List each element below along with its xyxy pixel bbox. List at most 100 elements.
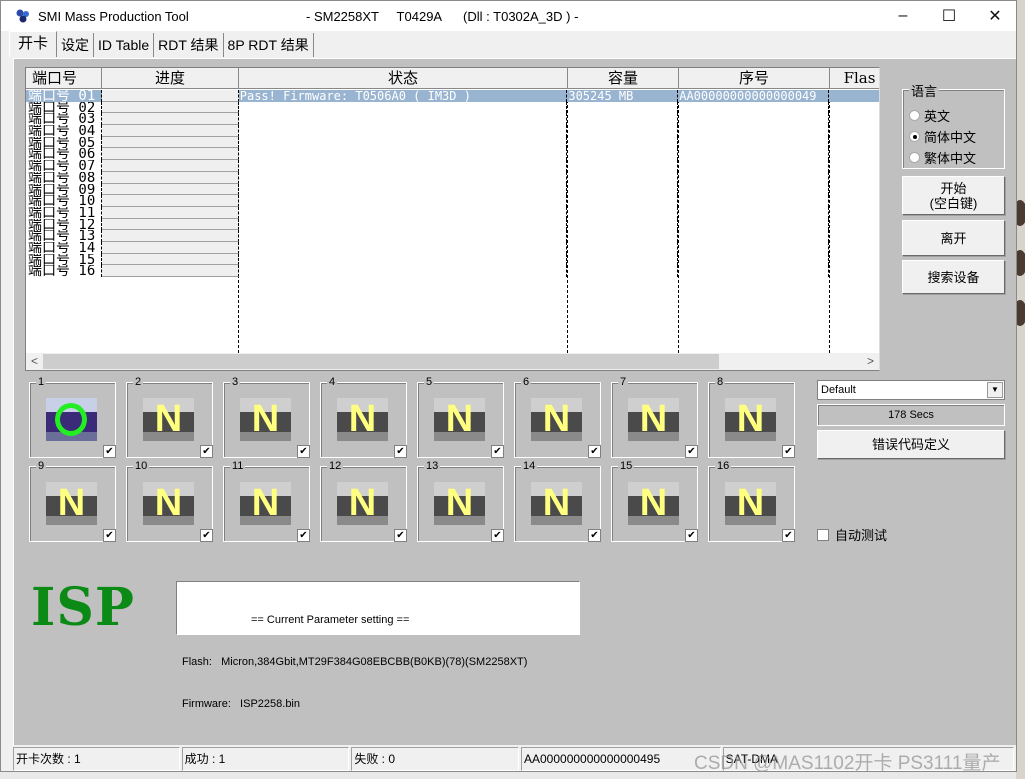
flash-cell [829, 265, 879, 277]
capacity-cell [567, 206, 679, 219]
tab-card-open[interactable]: 开卡 [9, 31, 58, 57]
list-row[interactable]: 端口号 14 [26, 241, 879, 254]
capacity-cell [567, 101, 679, 114]
radio-traditional-chinese[interactable]: 繁体中文 [909, 148, 976, 167]
chevron-down-icon[interactable]: ▼ [987, 382, 1003, 398]
progress-cell [101, 113, 239, 126]
port-slot-10: 10 N ✔ [126, 460, 213, 542]
slot-enable-checkbox[interactable]: ✔ [491, 445, 504, 458]
port-slot-15: 15 N ✔ [611, 460, 698, 542]
slot-enable-checkbox[interactable]: ✔ [588, 529, 601, 542]
list-row[interactable]: 端口号 06 [26, 148, 879, 161]
tab-id-table[interactable]: ID Table [94, 33, 155, 57]
slot-enable-checkbox[interactable]: ✔ [297, 445, 310, 458]
slot-number: 12 [327, 460, 344, 472]
slot-enable-checkbox[interactable]: ✔ [685, 529, 698, 542]
column-header-progress[interactable]: 进度 [102, 68, 239, 89]
start-button[interactable]: 开始 (空白键) [902, 176, 1005, 215]
slot-enable-checkbox[interactable]: ✔ [588, 445, 601, 458]
tab-rdt-result[interactable]: RDT 结果 [154, 33, 224, 57]
scroll-left-icon[interactable]: < [26, 353, 43, 370]
tab-bar: 开卡 设定 ID Table RDT 结果 8P RDT 结果 [9, 31, 314, 57]
column-header-capacity[interactable]: 容量 [568, 68, 679, 89]
list-row[interactable]: 端口号 02 [26, 101, 879, 114]
radio-simplified-chinese[interactable]: 简体中文 [909, 127, 976, 146]
list-row[interactable]: 端口号 01 Pass! Firmware: T0506A0 ( IM3D ) 30… [26, 90, 879, 102]
scroll-right-icon[interactable]: > [862, 353, 879, 370]
slot-number: 13 [424, 460, 441, 472]
exit-button[interactable]: 离开 [902, 220, 1005, 256]
title-bar[interactable]: SMI Mass Production Tool - SM2258XT T042… [1, 1, 1016, 31]
list-row[interactable]: 端口号 11 [26, 206, 879, 219]
status-success-count: 成功 : 1 [181, 747, 350, 771]
no-device-icon: N [143, 482, 194, 525]
list-row[interactable]: 端口号 09 [26, 183, 879, 196]
list-row[interactable]: 端口号 04 [26, 125, 879, 137]
status-cell [239, 241, 568, 254]
error-code-definition-button[interactable]: 错误代码定义 [817, 430, 1005, 459]
status-cell [239, 218, 568, 231]
radio-english[interactable]: 英文 [909, 106, 950, 125]
list-row[interactable]: 端口号 08 [26, 171, 879, 184]
column-header-status[interactable]: 状态 [239, 68, 568, 89]
maximize-button[interactable]: ☐ [926, 1, 972, 31]
slot-enable-checkbox[interactable]: ✔ [782, 529, 795, 542]
list-row[interactable]: 端口号 05 [26, 136, 879, 149]
progress-cell [101, 206, 239, 219]
no-device-icon: N [434, 482, 485, 525]
list-row[interactable]: 端口号 07 [26, 160, 879, 172]
slot-enable-checkbox[interactable]: ✔ [394, 445, 407, 458]
slot-enable-checkbox[interactable]: ✔ [394, 529, 407, 542]
flash-cell [829, 113, 879, 125]
slot-enable-checkbox[interactable]: ✔ [782, 445, 795, 458]
progress-cell [101, 230, 239, 242]
slot-enable-checkbox[interactable]: ✔ [103, 529, 116, 542]
auto-test-checkbox[interactable]: 自动测试 [817, 525, 887, 544]
port-slot-8: 8 N ✔ [708, 376, 795, 458]
list-row[interactable]: 端口号 12 [26, 218, 879, 231]
slot-glyph: N [639, 482, 668, 524]
port-cell: 端口号 15 [26, 253, 102, 266]
tab-8p-rdt-result[interactable]: 8P RDT 结果 [223, 33, 314, 57]
slot-enable-checkbox[interactable]: ✔ [491, 529, 504, 542]
radio-icon[interactable] [909, 152, 920, 163]
list-row[interactable]: 端口号 10 [26, 195, 879, 207]
port-list[interactable]: 端口号 进度 状态 容量 序号 Flas 端口号 01 Pass! Firmwar… [25, 67, 880, 371]
slot-enable-checkbox[interactable]: ✔ [103, 445, 116, 458]
flash-cell [829, 90, 879, 102]
list-row[interactable]: 端口号 13 [26, 230, 879, 242]
status-cell [239, 148, 568, 161]
progress-cell [101, 136, 239, 149]
checkbox-icon[interactable] [817, 528, 829, 541]
slot-number: 6 [521, 376, 532, 388]
close-button[interactable]: ✕ [972, 1, 1018, 31]
slot-enable-checkbox[interactable]: ✔ [685, 445, 698, 458]
minimize-button[interactable]: – [880, 1, 926, 31]
capacity-cell [567, 125, 679, 137]
column-header-serial[interactable]: 序号 [679, 68, 830, 89]
list-row[interactable]: 端口号 16 [26, 265, 879, 277]
slot-number: 5 [424, 376, 435, 388]
column-header-port[interactable]: 端口号 [26, 68, 102, 89]
radio-icon[interactable] [909, 110, 920, 121]
window-subtitle: - SM2258XT T0429A (Dll : T0302A_3D ) - [306, 9, 579, 24]
serial-cell [678, 253, 830, 266]
slot-number: 1 [36, 376, 47, 388]
serial-cell [678, 183, 830, 196]
slot-enable-checkbox[interactable]: ✔ [297, 529, 310, 542]
slot-enable-checkbox[interactable]: ✔ [200, 529, 213, 542]
search-device-button[interactable]: 搜索设备 [902, 260, 1005, 294]
status-interface: SAT-DMA [722, 747, 1014, 771]
profile-dropdown[interactable]: Default ▼ [817, 380, 1005, 400]
progress-cell [101, 218, 239, 231]
scrollbar-thumb[interactable] [43, 354, 719, 369]
tab-settings[interactable]: 设定 [57, 33, 95, 57]
serial-cell [678, 206, 830, 219]
radio-icon[interactable] [909, 131, 920, 142]
list-row[interactable]: 端口号 03 [26, 113, 879, 126]
slot-enable-checkbox[interactable]: ✔ [200, 445, 213, 458]
horizontal-scrollbar[interactable]: < > [26, 353, 879, 370]
column-header-flash[interactable]: Flas [830, 68, 879, 89]
port-cell: 端口号 16 [26, 265, 102, 277]
list-row[interactable]: 端口号 15 [26, 253, 879, 266]
